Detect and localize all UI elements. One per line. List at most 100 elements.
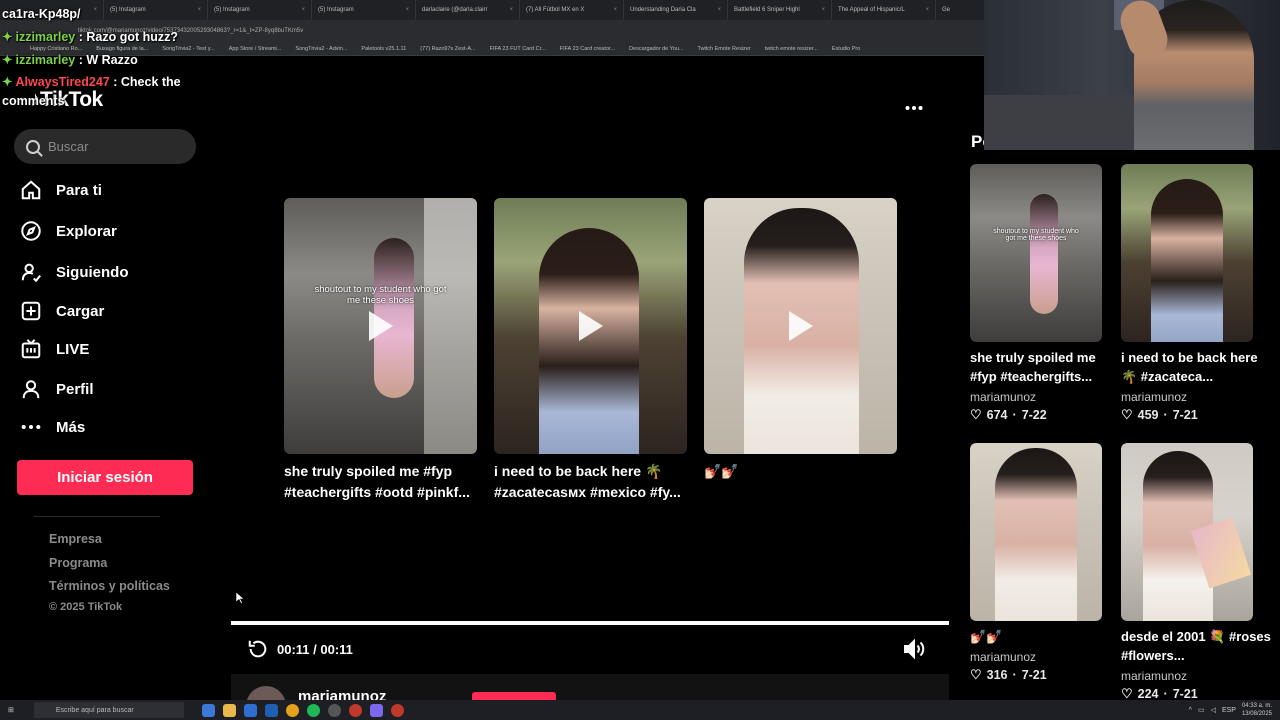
folder-icon[interactable] <box>222 703 236 717</box>
related-caption[interactable]: she truly spoiled me #fyp #teachergifts.… <box>970 348 1120 386</box>
bookmark[interactable]: Descargador de You... <box>629 46 683 52</box>
sidebar-item-perfil[interactable]: Perfil <box>20 375 94 403</box>
related-username[interactable]: mariamunoz <box>1121 390 1187 404</box>
video-card[interactable]: shoutout to my student who got me these … <box>284 198 477 454</box>
tab-label: Understanding Daria Cla <box>630 7 696 13</box>
tab-label: Battlefield 6 Sniper Highl <box>734 7 800 13</box>
sidebar-item-label: Cargar <box>56 302 105 320</box>
sidebar-item-live[interactable]: LIVE <box>20 335 89 363</box>
windows-start-icon[interactable]: ⊞ <box>8 706 14 714</box>
mail-icon[interactable] <box>243 703 257 717</box>
related-caption[interactable]: desde el 2001 💐 #roses #flowers... <box>1121 627 1271 665</box>
browser-tab[interactable]: (7) All Fútbol MX en X × <box>520 0 624 20</box>
related-caption[interactable]: i need to be back here 🌴 #zacateca... <box>1121 348 1271 386</box>
app-icon[interactable] <box>348 703 362 717</box>
related-username[interactable]: mariamunoz <box>970 650 1036 664</box>
footer-link-terminos[interactable]: Términos y políticas <box>49 579 170 593</box>
related-caption[interactable]: 💅🏻💅🏻 <box>970 627 1120 646</box>
bookmark[interactable]: Happy Cristiano Ro... <box>30 46 82 52</box>
tab-label: darlaclaire (@darla.clairr <box>422 7 488 13</box>
chrome-icon[interactable] <box>285 703 299 717</box>
bookmark[interactable]: twitch emote resizer... <box>765 46 818 52</box>
close-icon[interactable]: × <box>821 7 825 13</box>
close-icon[interactable]: × <box>301 7 305 13</box>
browser-tab[interactable]: (5) Instagram × <box>208 0 312 20</box>
video-card[interactable] <box>704 198 897 454</box>
sidebar-item-mas[interactable]: Más <box>20 413 85 441</box>
sidebar-item-cargar[interactable]: Cargar <box>20 297 104 325</box>
mouse-cursor-icon <box>236 592 245 604</box>
clock[interactable]: 04:33 a. m. 13/08/2025 <box>1242 702 1272 718</box>
footer-link-empresa[interactable]: Empresa <box>49 532 102 546</box>
replay-button[interactable] <box>247 638 269 660</box>
video-caption[interactable]: i need to be back here 🌴 #zacatecasмx #m… <box>494 461 694 503</box>
close-icon[interactable]: × <box>405 7 409 13</box>
speaker-icon[interactable]: ◁ <box>1211 706 1216 714</box>
search-box[interactable] <box>14 129 196 164</box>
video-caption[interactable]: she truly spoiled me #fyp #teachergifts … <box>284 461 484 503</box>
close-icon[interactable]: × <box>717 7 721 13</box>
related-thumbnail <box>1121 164 1253 342</box>
heart-icon: ♡ <box>970 407 982 422</box>
browser-tab[interactable]: (5) Instagram × <box>312 0 416 20</box>
related-video-card[interactable]: shoutout to my student who got me these … <box>970 164 1102 342</box>
obs-icon[interactable] <box>327 703 341 717</box>
close-icon[interactable]: × <box>613 7 617 13</box>
browser-tab[interactable]: (5) Instagram × <box>104 0 208 20</box>
separator: · <box>1163 408 1168 422</box>
app-icon[interactable] <box>390 703 404 717</box>
bookmark[interactable]: Paletools v25.1.11 <box>361 46 406 52</box>
close-icon[interactable]: × <box>197 7 201 13</box>
bookmark[interactable]: SongTrivia2 - Test y... <box>162 46 214 52</box>
tab-label: The Appeal of Hispanic/L <box>838 7 905 13</box>
webcam-bed <box>984 95 1134 150</box>
login-button[interactable]: Iniciar sesión <box>17 460 193 495</box>
edge-icon[interactable] <box>201 703 215 717</box>
post-date: 7-22 <box>1021 408 1047 422</box>
related-video-card[interactable] <box>1121 164 1253 342</box>
close-icon[interactable]: × <box>509 7 513 13</box>
bookmark[interactable]: Twitch Emote Resizer <box>698 46 751 52</box>
heart-icon: ♡ <box>1121 407 1133 422</box>
browser-tab[interactable]: darlaclaire (@darla.clairr × <box>416 0 520 20</box>
bookmark[interactable]: (77) Razo97s Zest-A... <box>420 46 475 52</box>
network-icon[interactable]: ▭ <box>1198 706 1205 714</box>
bookmark[interactable]: FIFA 23 Card creator... <box>560 46 615 52</box>
browser-tab[interactable]: The Appeal of Hispanic/L × <box>832 0 936 20</box>
close-icon[interactable]: × <box>93 7 97 13</box>
language-indicator[interactable]: ESP <box>1222 707 1236 714</box>
close-icon[interactable]: × <box>925 7 929 13</box>
related-username[interactable]: mariamunoz <box>1121 669 1187 683</box>
more-options-button[interactable] <box>905 95 923 116</box>
discord-icon[interactable] <box>369 703 383 717</box>
browser-tab[interactable]: Battlefield 6 Sniper Highl × <box>728 0 832 20</box>
footer-link-programa[interactable]: Programa <box>49 556 107 570</box>
browser-tab[interactable]: Understanding Daria Cla × <box>624 0 728 20</box>
video-progress-bar[interactable] <box>231 621 949 625</box>
taskbar-search[interactable]: Escribe aquí para buscar <box>33 702 184 718</box>
sidebar-item-explorar[interactable]: Explorar <box>20 217 117 245</box>
volume-icon <box>904 638 925 660</box>
tray-chevron-icon[interactable]: ^ <box>1189 707 1192 714</box>
sidebar-item-siguiendo[interactable]: Siguiendo <box>20 258 129 286</box>
browser-tab[interactable]: Ge <box>936 0 985 20</box>
bookmark[interactable]: SongTrivia2 - Advin... <box>295 46 347 52</box>
like-count: 316 <box>986 668 1008 682</box>
following-icon <box>20 261 42 283</box>
copyright: © 2025 TikTok <box>49 601 123 613</box>
bookmark[interactable]: Estudio Pro <box>832 46 860 52</box>
sidebar-item-para-ti[interactable]: Para ti <box>20 176 102 204</box>
video-card[interactable] <box>494 198 687 454</box>
related-video-card[interactable] <box>970 443 1102 621</box>
live-icon <box>20 338 42 360</box>
spotify-icon[interactable] <box>306 703 320 717</box>
bookmark[interactable]: Busago figura de la... <box>96 46 148 52</box>
video-caption[interactable]: 💅🏻💅🏻 <box>704 461 904 482</box>
bookmark[interactable]: FIFA 23 FUT Card Cr... <box>490 46 546 52</box>
outlook-icon[interactable] <box>264 703 278 717</box>
bookmark[interactable]: App Store / Streami... <box>229 46 282 52</box>
volume-button[interactable] <box>902 638 926 660</box>
related-video-card[interactable] <box>1121 443 1253 621</box>
search-input[interactable] <box>48 139 188 154</box>
related-username[interactable]: mariamunoz <box>970 390 1036 404</box>
